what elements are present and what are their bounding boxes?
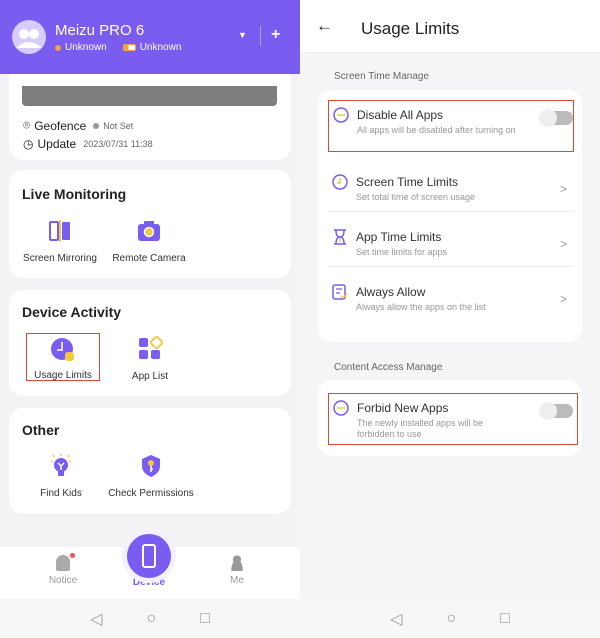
screen-mirroring-tile[interactable]: Screen Mirroring (19, 218, 101, 264)
checklist-icon (332, 284, 348, 300)
tile-label: Find Kids (40, 488, 82, 499)
geofence-label: Geofence (34, 118, 87, 133)
disable-all-apps-toggle[interactable] (539, 109, 573, 127)
back-arrow-icon[interactable]: ← (316, 16, 333, 36)
minus-circle-icon (333, 107, 349, 123)
row-title: Screen Time Limits (356, 175, 459, 189)
back-icon[interactable]: ◁ (390, 609, 402, 629)
status-dot-icon (55, 44, 61, 51)
row-title: Always Allow (356, 285, 426, 299)
clock-icon (332, 174, 348, 190)
home-icon[interactable]: ○ (146, 610, 156, 628)
chevron-right-icon: > (560, 237, 568, 251)
add-device-icon[interactable]: + (271, 26, 280, 44)
device-name[interactable]: Meizu PRO 6 (55, 22, 144, 39)
find-kids-tile[interactable]: Find Kids (29, 453, 93, 499)
back-icon[interactable]: ◁ (90, 609, 102, 629)
section-title: Other (22, 422, 60, 438)
forbid-new-apps-toggle[interactable] (539, 402, 573, 420)
app-grid-icon (139, 335, 164, 359)
check-permissions-tile[interactable]: Check Permissions (106, 453, 196, 499)
screen-mirroring-icon (49, 220, 70, 242)
disable-all-apps-row[interactable]: Disable All Apps All apps will be disabl… (328, 100, 574, 152)
location-card: ⌾ Geofence Not Set ◷ Update 2023/07/31 1… (9, 74, 291, 160)
row-subtitle: Always allow the apps on the list (356, 302, 486, 312)
tile-label: Screen Mirroring (23, 253, 97, 264)
always-allow-row[interactable]: Always Allow Always allow the apps on th… (328, 278, 574, 330)
geofence-row[interactable]: ⌾ Geofence Not Set (23, 118, 133, 133)
avatar[interactable] (12, 20, 46, 54)
update-label: Update (37, 137, 77, 151)
section-label: Content Access Manage (334, 362, 443, 373)
other-card: Other Find Kids Check Permissions (9, 408, 291, 514)
app-bar: ← Usage Limits (300, 0, 600, 53)
map-placeholder (22, 86, 277, 106)
row-title: Disable All Apps (357, 108, 444, 122)
row-subtitle: Set total time of screen usage (356, 192, 476, 202)
system-nav: ◁ ○ □ (300, 599, 600, 638)
bell-icon (56, 553, 75, 571)
usage-limits-icon (51, 338, 74, 361)
usage-limits-tile[interactable]: Usage Limits (26, 333, 100, 381)
section-title: Device Activity (22, 304, 122, 320)
battery-text: Unknown (139, 42, 182, 53)
section-label: Screen Time Manage (334, 71, 430, 82)
divider (260, 26, 261, 46)
hourglass-icon (334, 229, 346, 245)
row-subtitle: Set time limits for apps (356, 247, 448, 257)
section-title: Live Monitoring (22, 186, 127, 202)
recents-icon[interactable]: □ (500, 610, 510, 628)
update-value: 2023/07/31 11:38 (83, 139, 153, 149)
home-icon[interactable]: ○ (446, 610, 456, 628)
clock-icon: ◷ (23, 137, 34, 151)
app-list-tile[interactable]: App List (117, 335, 183, 382)
battery-icon (122, 44, 136, 51)
phone-icon (142, 544, 156, 568)
system-nav: ◁ ○ □ (0, 599, 300, 638)
nav-notice[interactable]: Notice (40, 553, 86, 586)
notification-badge (70, 553, 75, 558)
tile-label: Check Permissions (108, 488, 194, 499)
row-title: App Time Limits (356, 230, 442, 244)
device-activity-card: Device Activity Usage Limits App List (9, 290, 291, 396)
tile-label: Remote Camera (112, 253, 186, 264)
nav-device[interactable]: Device (122, 577, 176, 588)
update-row: ◷ Update 2023/07/31 11:38 (23, 137, 153, 151)
remote-camera-tile[interactable]: Remote Camera (106, 218, 192, 264)
screen-time-card: Disable All Apps All apps will be disabl… (318, 90, 582, 342)
row-subtitle: All apps will be disabled after turning … (357, 125, 516, 135)
forbid-new-apps-row[interactable]: Forbid New Apps The newly installed apps… (328, 393, 578, 445)
page-title: Usage Limits (361, 19, 460, 38)
nav-me[interactable]: Me (214, 555, 260, 586)
nav-label: Me (230, 575, 244, 586)
geofence-value: Not Set (103, 120, 134, 131)
tile-label: Usage Limits (34, 370, 92, 381)
screen-time-limits-row[interactable]: Screen Time Limits Set total time of scr… (328, 168, 574, 212)
lightbulb-icon (50, 454, 72, 476)
device-panel: Meizu PRO 6 Unknown Unknown ▼ + ⌾ Geofen… (0, 0, 300, 638)
usage-limits-panel: ← Usage Limits Screen Time Manage Disabl… (300, 0, 600, 638)
person-icon (229, 555, 245, 571)
app-time-limits-row[interactable]: App Time Limits Set time limits for apps… (328, 223, 574, 267)
chevron-right-icon: > (560, 182, 568, 196)
recents-icon[interactable]: □ (200, 610, 210, 628)
content-access-card: Forbid New Apps The newly installed apps… (318, 380, 582, 456)
camera-icon (138, 221, 160, 241)
row-subtitle: The newly installed apps will be forbidd… (357, 418, 484, 439)
device-status: Unknown Unknown (55, 42, 181, 53)
location-pin-icon: ⌾ (23, 118, 31, 132)
nav-label: Notice (48, 575, 78, 586)
live-monitoring-card: Live Monitoring Screen Mirroring Remote … (9, 170, 291, 278)
minus-circle-icon (333, 400, 349, 416)
dropdown-icon[interactable]: ▼ (238, 30, 247, 40)
device-fab[interactable] (127, 534, 171, 578)
status-text: Unknown (65, 42, 107, 53)
chevron-right-icon: > (560, 292, 568, 306)
row-title: Forbid New Apps (357, 401, 449, 415)
tile-label: App List (131, 371, 169, 382)
nav-label: Device (132, 577, 166, 588)
status-dot-icon (93, 122, 100, 129)
device-header: Meizu PRO 6 Unknown Unknown ▼ + (0, 0, 300, 74)
shield-key-icon (142, 455, 160, 477)
